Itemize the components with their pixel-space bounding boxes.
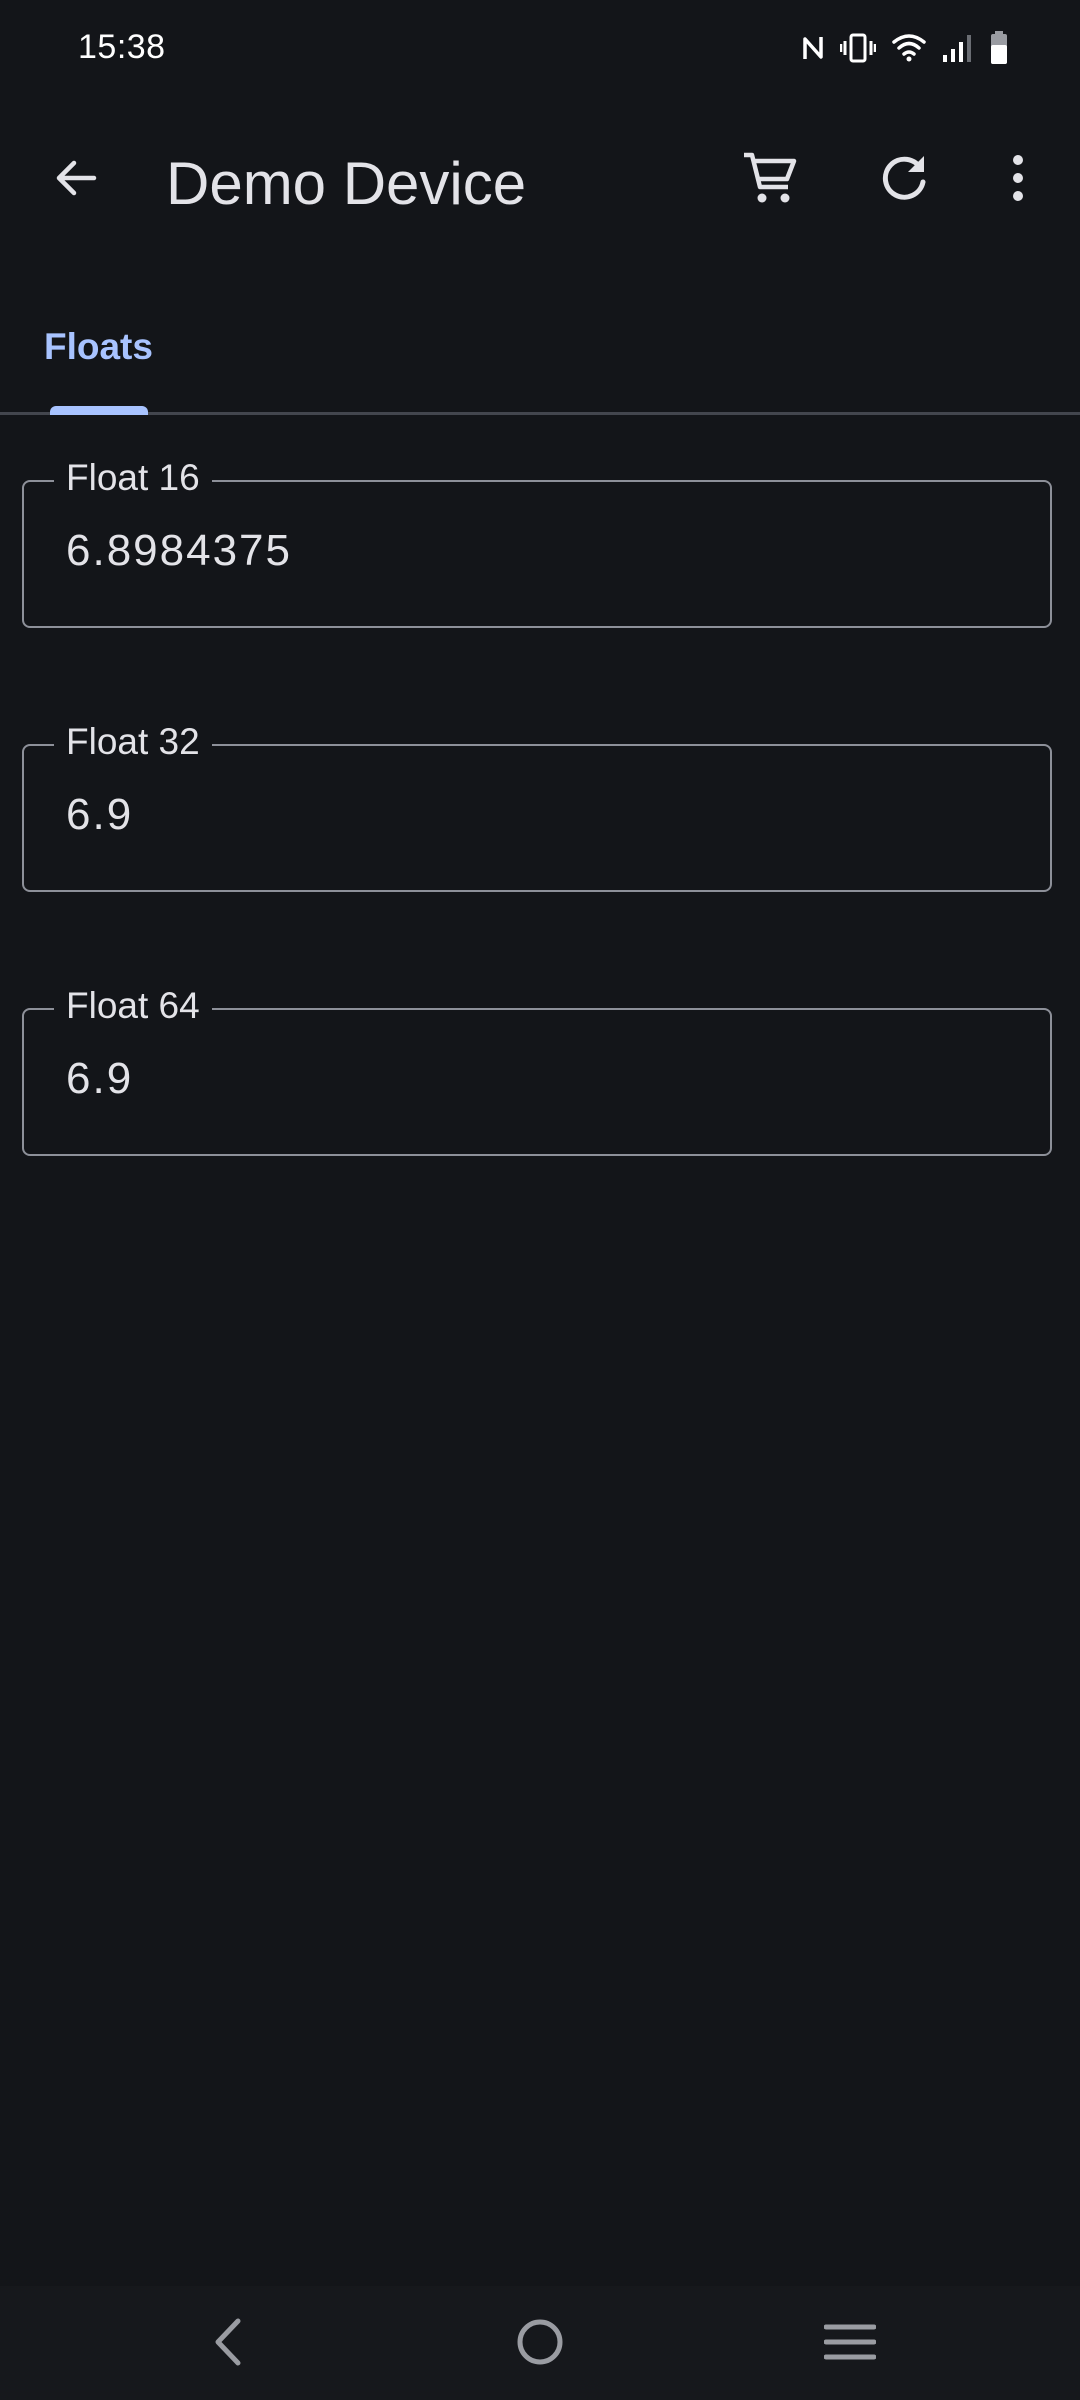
- field-value[interactable]: 6.9: [66, 790, 133, 840]
- cart-icon: [741, 149, 799, 212]
- field-label: Float 64: [54, 984, 212, 1028]
- top-app-bar: Demo Device: [0, 96, 1080, 272]
- wifi-icon: [892, 33, 926, 63]
- field-value[interactable]: 6.8984375: [66, 526, 292, 576]
- more-vert-icon: [1010, 153, 1026, 208]
- nav-back-button[interactable]: [188, 2308, 268, 2380]
- float64-field[interactable]: Float 64 6.9: [22, 984, 1056, 1158]
- more-options-button[interactable]: [978, 140, 1058, 220]
- nav-back-icon: [208, 2317, 248, 2372]
- status-icons: [802, 28, 1008, 68]
- status-time: 15:38: [78, 28, 166, 66]
- tab-bar: Floats: [0, 300, 1080, 415]
- signal-icon: [942, 33, 974, 63]
- nav-home-button[interactable]: [500, 2308, 580, 2380]
- screen: 15:38 Demo Device Floats Float 16 6.8984…: [0, 0, 1080, 2400]
- nav-home-icon: [515, 2317, 565, 2372]
- page-title: Demo Device: [166, 150, 527, 217]
- nav-recents-button[interactable]: [810, 2308, 890, 2380]
- nfc-icon: [802, 33, 824, 63]
- field-label: Float 16: [54, 456, 212, 500]
- system-navigation-bar: [0, 2286, 1080, 2400]
- arrow-back-icon: [52, 154, 100, 207]
- nav-recents-icon: [823, 2322, 877, 2367]
- battery-icon: [990, 31, 1008, 65]
- tab-label: Floats: [44, 326, 153, 367]
- field-outline: [22, 1008, 1052, 1156]
- back-button[interactable]: [36, 140, 116, 220]
- field-label: Float 32: [54, 720, 212, 764]
- field-outline: [22, 744, 1052, 892]
- status-bar: 15:38: [0, 0, 1080, 96]
- field-value[interactable]: 6.9: [66, 1054, 133, 1104]
- tab-floats[interactable]: Floats: [28, 300, 169, 415]
- tab-indicator: [50, 406, 148, 415]
- float16-field[interactable]: Float 16 6.8984375: [22, 456, 1056, 630]
- float32-field[interactable]: Float 32 6.9: [22, 720, 1056, 894]
- vibrate-icon: [840, 33, 876, 63]
- refresh-icon: [876, 150, 932, 211]
- cart-button[interactable]: [730, 140, 810, 220]
- refresh-button[interactable]: [864, 140, 944, 220]
